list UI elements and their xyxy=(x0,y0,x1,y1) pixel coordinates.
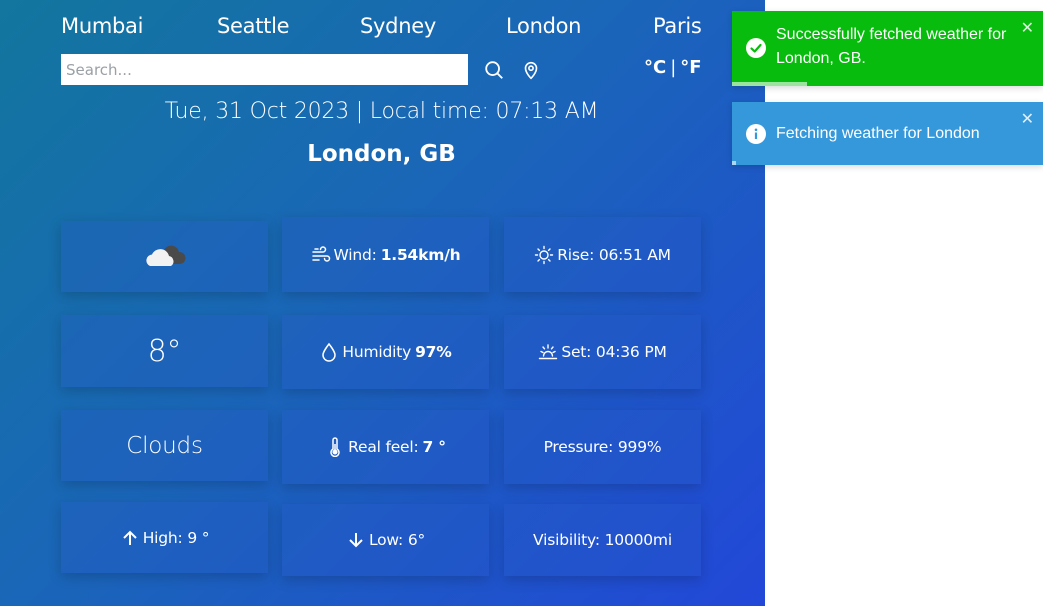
weather-app: Mumbai Seattle Sydney London Paris °C|°F… xyxy=(0,0,765,606)
visibility-card: Visibility: 10000mi xyxy=(504,504,701,576)
pressure-card: Pressure: 999% xyxy=(504,410,701,484)
sunrise-text: Rise: 06:51 AM xyxy=(557,245,671,264)
unit-toggle: °C | °F xyxy=(644,57,702,78)
low-card: Low: 6° xyxy=(282,504,489,576)
unit-separator: | xyxy=(670,57,677,78)
humidity-value: 97% xyxy=(415,343,452,361)
weather-icon-card xyxy=(61,221,268,292)
success-toast[interactable]: Successfully fetched weather for London,… xyxy=(732,11,1043,86)
humidity-card: Humidity 97% xyxy=(282,315,489,389)
visibility-text: Visibility: 10000mi xyxy=(533,531,672,549)
toast-progress-bar xyxy=(732,161,736,165)
low-value: 6° xyxy=(407,531,426,549)
humidity-label: Humidity xyxy=(342,343,412,361)
close-icon[interactable]: ✕ xyxy=(1021,107,1034,131)
sunset-card: Set: 04:36 PM xyxy=(504,315,701,389)
location-title: London, GB xyxy=(307,141,456,167)
success-toast-message: Successfully fetched weather for London,… xyxy=(776,26,1007,67)
temperature-value: 8° xyxy=(147,333,182,369)
condition-text: Clouds xyxy=(126,432,203,459)
info-toast[interactable]: Fetching weather for London ✕ xyxy=(732,102,1043,165)
temperature-card: 8° xyxy=(61,315,268,387)
city-shortcuts: Mumbai Seattle Sydney London Paris xyxy=(61,14,702,44)
arrow-down-icon xyxy=(346,530,366,550)
high-value: 9 ° xyxy=(187,528,210,547)
fahrenheit-button[interactable]: °F xyxy=(680,57,701,78)
toast-progress-bar xyxy=(732,82,807,86)
sun-icon xyxy=(534,245,554,265)
pressure-text: Pressure: 999% xyxy=(543,438,662,456)
sunset-icon xyxy=(538,342,558,362)
condition-card: Clouds xyxy=(61,410,268,481)
high-card: High: 9 ° xyxy=(61,502,268,573)
info-toast-message: Fetching weather for London xyxy=(776,125,980,142)
city-button-seattle[interactable]: Seattle xyxy=(217,14,290,38)
arrow-up-icon xyxy=(120,528,140,548)
low-label: Low: xyxy=(368,531,404,549)
realfeel-card: Real feel: 7 ° xyxy=(282,410,489,484)
city-button-paris[interactable]: Paris xyxy=(653,14,702,38)
thermometer-icon xyxy=(325,437,345,457)
search-input[interactable] xyxy=(61,54,468,85)
sunset-text: Set: 04:36 PM xyxy=(561,343,667,361)
cloud-icon xyxy=(142,240,188,274)
info-icon xyxy=(746,124,766,144)
realfeel-value: 7 ° xyxy=(422,438,447,456)
check-circle-icon xyxy=(746,38,766,58)
city-button-mumbai[interactable]: Mumbai xyxy=(61,14,143,38)
wind-label: Wind: xyxy=(333,245,377,264)
local-datetime: Tue, 31 Oct 2023 | Local time: 07:13 AM xyxy=(164,99,599,124)
high-label: High: xyxy=(142,528,183,547)
realfeel-label: Real feel: xyxy=(348,438,419,456)
droplet-icon xyxy=(319,342,339,362)
sunrise-card: Rise: 06:51 AM xyxy=(504,217,701,292)
wind-card: Wind: 1.54km/h xyxy=(282,217,489,292)
location-pin-icon[interactable] xyxy=(520,59,542,81)
city-button-sydney[interactable]: Sydney xyxy=(360,14,436,38)
search-icon[interactable] xyxy=(483,59,505,81)
wind-value: 1.54km/h xyxy=(380,245,461,264)
close-icon[interactable]: ✕ xyxy=(1021,16,1034,40)
city-button-london[interactable]: London xyxy=(506,14,581,38)
wind-icon xyxy=(311,245,331,265)
celsius-button[interactable]: °C xyxy=(644,57,666,78)
